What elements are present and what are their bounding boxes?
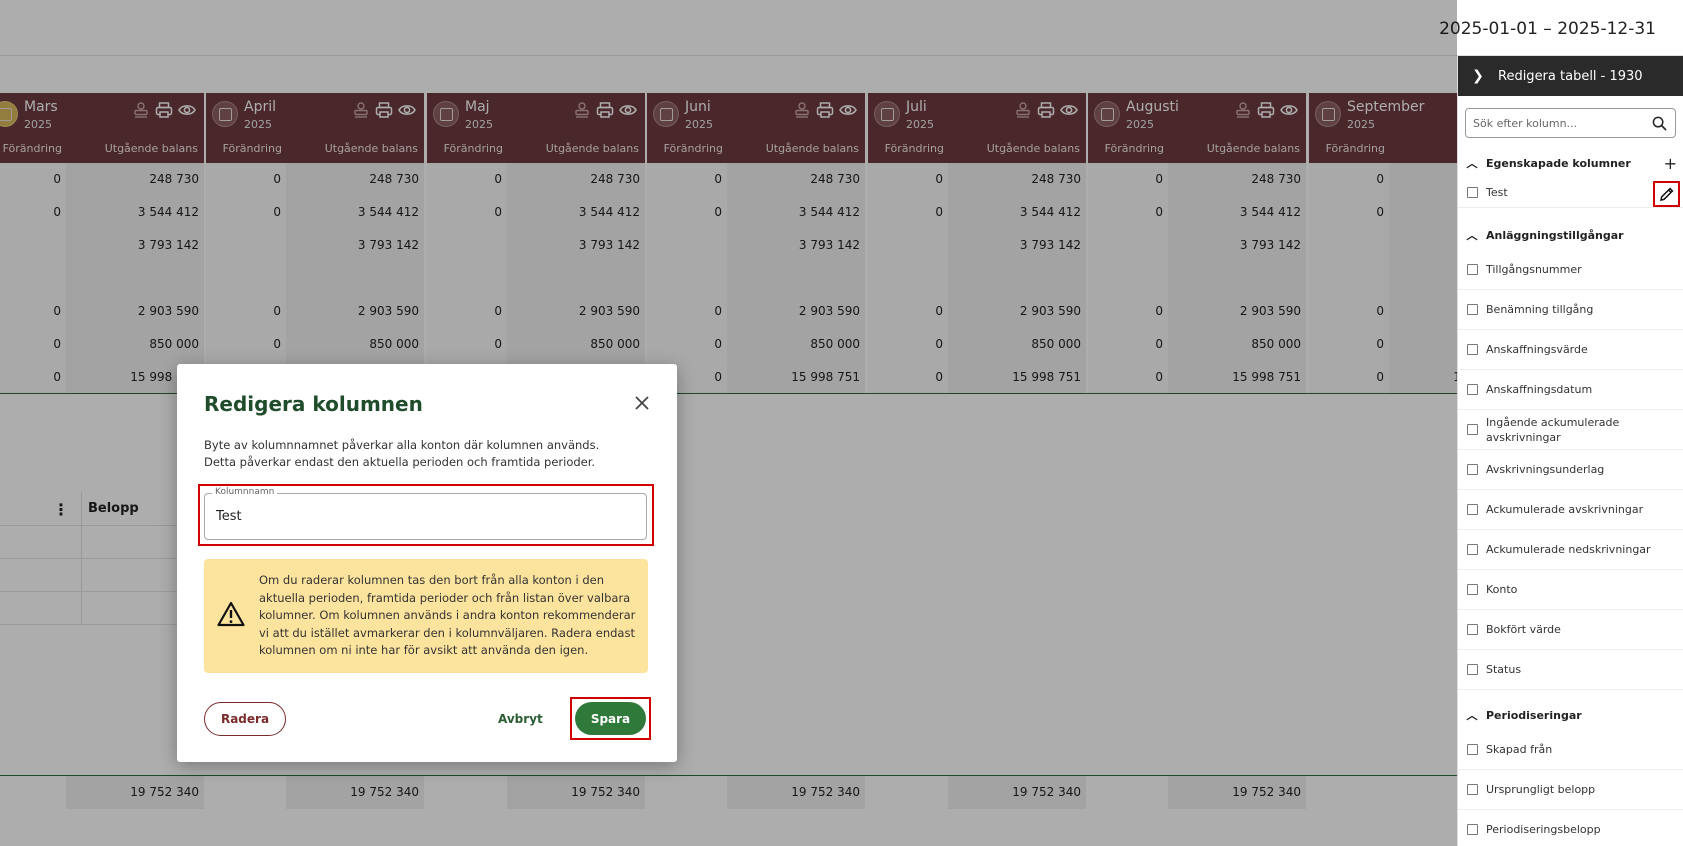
column-option[interactable]: Status [1458, 650, 1683, 690]
edit-column-button[interactable] [1653, 181, 1680, 207]
section-title: Anläggningstillgångar [1486, 228, 1624, 242]
dialog-title: Redigera kolumnen [204, 392, 423, 416]
checkbox[interactable] [1467, 187, 1478, 198]
delete-button[interactable]: Radera [204, 702, 286, 736]
save-button-highlight: Spara [570, 697, 651, 740]
dialog-description: Byte av kolumnnamnet påverkar alla konto… [204, 438, 600, 469]
section-title: Egenskapade kolumner [1486, 156, 1631, 170]
accrual-column-list: Skapad från Ursprungligt belopp Periodiser… [1458, 730, 1683, 846]
column-option-label: Status [1486, 663, 1522, 676]
section-custom-columns[interactable]: ︿ Egenskapade kolumner + [1458, 148, 1683, 178]
warning-text: Om du raderar kolumnen tas den bort från… [259, 573, 636, 657]
column-option[interactable]: Bokfört värde [1458, 610, 1683, 650]
checkbox[interactable] [1467, 784, 1478, 795]
cancel-button[interactable]: Avbryt [498, 704, 543, 734]
edit-column-dialog: Redigera kolumnen Byte av kolumnnamnet p… [177, 364, 677, 762]
column-option-label: Tillgångsnummer [1486, 263, 1582, 276]
column-option[interactable]: Ursprungligt belopp [1458, 770, 1683, 810]
checkbox[interactable] [1467, 544, 1478, 555]
close-icon[interactable] [633, 394, 651, 412]
chevron-up-icon[interactable]: ︿ [1458, 707, 1486, 723]
column-option-label: Ackumulerade nedskrivningar [1486, 543, 1651, 556]
date-range[interactable]: 2025-01-01 – 2025-12-31 [1439, 19, 1656, 39]
column-option-label: Anskaffningsdatum [1486, 383, 1593, 396]
add-column-icon[interactable]: + [1664, 154, 1677, 173]
column-name-field: Kolumnnamn [204, 487, 647, 540]
column-option-label: Anskaffningsvärde [1486, 343, 1588, 356]
asset-column-list: Tillgångsnummer Benämning tillgång Anskaff… [1458, 250, 1683, 690]
column-option[interactable]: Benämning tillgång [1458, 290, 1683, 330]
collapse-panel-icon[interactable]: ❯ [1458, 68, 1498, 84]
panel-header: ❯ Redigera tabell - 1930 [1458, 56, 1683, 96]
column-option[interactable]: Tillgångsnummer [1458, 250, 1683, 290]
column-search-input[interactable] [1466, 109, 1646, 137]
column-option-test[interactable]: Test [1458, 178, 1683, 208]
save-button[interactable]: Spara [575, 702, 646, 735]
column-option-label: Ursprungligt belopp [1486, 783, 1596, 796]
checkbox[interactable] [1467, 304, 1478, 315]
column-option[interactable]: Ackumulerade nedskrivningar [1458, 530, 1683, 570]
panel-title: Redigera tabell - 1930 [1498, 68, 1643, 84]
checkbox[interactable] [1467, 824, 1478, 835]
checkbox[interactable] [1467, 504, 1478, 515]
checkbox[interactable] [1467, 424, 1478, 435]
section-title: Periodiseringar [1486, 708, 1582, 722]
column-name-field-highlight: Kolumnnamn [198, 484, 654, 546]
column-option[interactable]: Ingående ackumulerade avskrivningar [1458, 410, 1683, 450]
chevron-up-icon[interactable]: ︿ [1458, 227, 1486, 243]
pencil-icon [1659, 187, 1673, 201]
checkbox[interactable] [1467, 584, 1478, 595]
search-icon[interactable] [1652, 116, 1667, 131]
chevron-up-icon[interactable]: ︿ [1458, 155, 1486, 171]
column-option[interactable]: Anskaffningsdatum [1458, 370, 1683, 410]
checkbox[interactable] [1467, 384, 1478, 395]
checkbox[interactable] [1467, 664, 1478, 675]
column-option-label: Konto [1486, 583, 1518, 596]
column-option-label: Periodiseringsbelopp [1486, 823, 1601, 836]
column-search [1465, 108, 1676, 138]
warning-icon [217, 601, 245, 627]
column-option-label: Benämning tillgång [1486, 303, 1594, 316]
section-assets[interactable]: ︿ Anläggningstillgångar [1458, 220, 1683, 250]
column-option-label: Ackumulerade avskrivningar [1486, 503, 1644, 516]
checkbox[interactable] [1467, 624, 1478, 635]
column-option[interactable]: Anskaffningsvärde [1458, 330, 1683, 370]
edit-table-panel: ❯ Redigera tabell - 1930 ︿ Egenskapade k… [1457, 56, 1683, 846]
checkbox[interactable] [1467, 344, 1478, 355]
column-option[interactable]: Avskrivningsunderlag [1458, 450, 1683, 490]
column-option[interactable]: Konto [1458, 570, 1683, 610]
column-option[interactable]: Periodiseringsbelopp [1458, 810, 1683, 846]
column-option-label: Ingående ackumulerade avskrivningar [1486, 415, 1620, 444]
checkbox[interactable] [1467, 744, 1478, 755]
column-option-label: Bokfört värde [1486, 623, 1561, 636]
delete-warning: Om du raderar kolumnen tas den bort från… [204, 559, 648, 673]
column-option[interactable]: Ackumulerade avskrivningar [1458, 490, 1683, 530]
column-option-label: Avskrivningsunderlag [1486, 463, 1605, 476]
column-name-label: Kolumnnamn [212, 487, 278, 497]
checkbox[interactable] [1467, 464, 1478, 475]
column-option-label: Skapad från [1486, 743, 1553, 756]
column-name-input[interactable] [205, 494, 625, 538]
column-option-label: Test [1486, 186, 1508, 199]
column-option[interactable]: Skapad från [1458, 730, 1683, 770]
section-accruals[interactable]: ︿ Periodiseringar [1458, 700, 1683, 730]
checkbox[interactable] [1467, 264, 1478, 275]
